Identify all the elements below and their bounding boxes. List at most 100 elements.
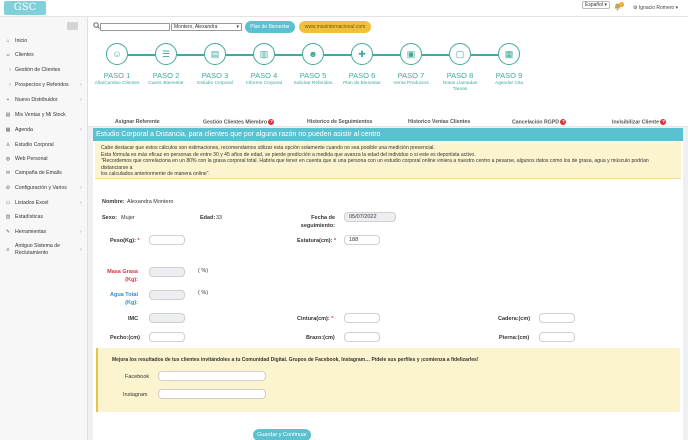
tab-label: Asignar Referente (115, 119, 160, 125)
social-community-box: Mejora los resultados de tus clientes in… (96, 348, 680, 412)
sidebar-toggle-button[interactable] (67, 22, 78, 30)
client-tab[interactable]: Gestión Clientes Miembro ? (203, 119, 275, 125)
main-content: Montero, Alexandra ▾ Plan de Bienestar ww… (88, 17, 688, 440)
chest-input[interactable] (149, 332, 185, 342)
sidebar-item-label: Mis Ventas y Mi Stock (15, 112, 66, 118)
calendar-icon: ▦ (5, 127, 11, 133)
sidebar-item-label: Configuración y Varios (15, 185, 67, 191)
client-select[interactable]: Montero, Alexandra ▾ (171, 23, 242, 31)
sidebar-item-label: Clientes (15, 52, 34, 58)
step-subtitle: Notas Llamadas Tareas (442, 81, 478, 92)
warning-box: Cabe destacar que estos cálculos son est… (95, 142, 681, 179)
step-subtitle: Venta Productos (393, 81, 429, 86)
sidebar-item[interactable]: ✎ Herramientas › (0, 225, 88, 239)
height-label: Estatura(cm): * (297, 238, 337, 244)
sidebar-item[interactable]: ▤ Mis Ventas y Mi Stock (0, 108, 88, 122)
chest-label: Pecho:(cm) (110, 335, 140, 341)
height-input[interactable]: 188 (344, 235, 380, 245)
step-title: PASO 4 (250, 71, 278, 80)
sidebar-item[interactable]: ≡ Antiguo Sistema de Reclutamiento › (0, 241, 88, 259)
step-subtitle: Informe Corporal (246, 81, 282, 86)
sidebar: ⌂ Inicio ☺ Clientes › Gestión de Clientes › Pro… (0, 17, 88, 440)
arm-input[interactable] (344, 332, 380, 342)
stats-icon: ▥ (5, 214, 11, 220)
name-label: Nombre: (102, 199, 125, 205)
language-select[interactable]: Español ▾ (582, 1, 610, 9)
social-heading: Mejora los resultados de tus clientes in… (112, 357, 479, 363)
user-menu[interactable]: ⚙ Ignacio Romero ▾ (633, 5, 678, 11)
help-icon[interactable]: ? (560, 119, 567, 125)
sidebar-item[interactable]: ♙ Estudio Corporal (0, 138, 88, 152)
hip-input[interactable] (539, 313, 575, 323)
wrench-icon: ✎ (5, 229, 11, 235)
tab-label: Historico Ventas Clientes (408, 119, 471, 125)
step-icon: ▦ (498, 43, 520, 65)
facebook-input[interactable] (158, 371, 266, 381)
sidebar-item[interactable]: + Nuevo Distribuidor › (0, 93, 88, 107)
app-logo[interactable]: GSC (4, 1, 46, 15)
leg-input[interactable] (539, 332, 575, 342)
workflow-step[interactable]: ☰ PASO 2 Cuest. Bienestar (143, 43, 189, 87)
client-tab[interactable]: Invisibilizar Cliente ? (612, 119, 667, 126)
top-bar: GSC Español ▾ 0 ⚙ Ignacio Romero ▾ (0, 0, 688, 17)
sidebar-item[interactable]: ▦ Agenda › (0, 123, 88, 137)
instagram-label: Instagram (123, 392, 148, 398)
sidebar-item-label: Inicio (15, 38, 28, 44)
sidebar-item[interactable]: ◍ Web Personal (0, 152, 88, 166)
sidebar-item[interactable]: ⌂ Inicio (0, 34, 88, 48)
sidebar-item-label: Prospectos y Referidos (15, 82, 69, 88)
website-button[interactable]: www.maxinternacional.com (299, 21, 371, 33)
sidebar-item[interactable]: › Prospectos y Referidos › (0, 78, 88, 92)
mail-icon: ✉ (5, 170, 11, 176)
plan-bienestar-button[interactable]: Plan de Bienestar (245, 21, 295, 33)
bell-icon[interactable]: 0 (614, 2, 624, 11)
save-continue-button[interactable]: Guardar y Continuar (253, 429, 311, 440)
help-icon[interactable]: ? (660, 119, 667, 125)
chevron-right-icon: › (80, 82, 82, 88)
tab-label: Invisibilizar Cliente (612, 119, 659, 126)
workflow-step[interactable]: ▤ PASO 3 Estudio Corporal (192, 43, 238, 87)
step-icon: ✚ (351, 43, 373, 65)
workflow-step[interactable]: ▢ PASO 8 Notas Llamadas Tareas (437, 43, 483, 93)
instagram-input[interactable] (158, 389, 266, 399)
sidebar-item[interactable]: ▥ Estadísticas (0, 210, 88, 224)
fat-mass-input (149, 267, 185, 277)
sidebar-item[interactable]: ☺ Clientes (0, 48, 88, 62)
chevron-right-icon: › (80, 247, 82, 253)
client-toolbar: Montero, Alexandra ▾ Plan de Bienestar ww… (88, 17, 688, 37)
name-value: Alexandra Montero (127, 199, 174, 205)
step-title: PASO 6 (348, 71, 376, 80)
chevron-right-icon: › (80, 200, 82, 206)
step-icon: ☻ (302, 43, 324, 65)
sidebar-item[interactable]: ▭ Listados Excel › (0, 196, 88, 210)
sidebar-item[interactable]: ⚙ Configuración y Varios › (0, 181, 88, 195)
weight-input[interactable] (149, 235, 185, 245)
search-input[interactable] (100, 23, 170, 31)
facebook-label: Facebook (125, 374, 150, 380)
client-tab[interactable]: Cancelación RGPD ? (512, 119, 567, 126)
workflow-step[interactable]: ✚ PASO 6 Plan de Bienestar (339, 43, 385, 87)
waist-input[interactable] (344, 313, 380, 323)
client-tab[interactable]: Asignar Referente (115, 119, 160, 125)
client-tab[interactable]: Historico Ventas Clientes (408, 119, 470, 125)
warning-line: los calculados anteriormente de manera o… (101, 171, 210, 178)
step-subtitle: Cuest. Bienestar (148, 81, 184, 86)
step-subtitle: Plan de Bienestar (343, 81, 381, 86)
file-icon: ▭ (5, 200, 11, 206)
help-icon[interactable]: ? (268, 119, 275, 125)
workflow-step[interactable]: ☻ PASO 5 Solicitar Referidos (290, 43, 336, 87)
date-input[interactable]: 05/07/2022 (344, 212, 396, 222)
client-tab[interactable]: Historico de Seguimientos (307, 119, 372, 125)
workflow-step[interactable]: ▥ PASO 4 Informe Corporal (241, 43, 287, 87)
tab-label: Cancelación RGPD (512, 119, 559, 126)
sidebar-item-label: Antiguo Sistema de Reclutamiento (15, 243, 60, 256)
sidebar-item[interactable]: › Gestión de Clientes (0, 63, 88, 77)
sidebar-item[interactable]: ✉ Campaña de Emails (0, 166, 88, 180)
imc-label: IMC (128, 316, 139, 322)
chevron-right-icon: › (9, 82, 11, 88)
workflow-step[interactable]: ▣ PASO 7 Venta Productos (388, 43, 434, 87)
workflow-step[interactable]: ☺ PASO 1 Alta/Cambio Clientes (94, 43, 140, 87)
card-title: Estudio Corporal a Distancia, para clien… (93, 128, 683, 141)
sidebar-item-label: Estadísticas (15, 214, 43, 220)
workflow-step[interactable]: ▦ PASO 9 Agendar Cita (486, 43, 532, 87)
